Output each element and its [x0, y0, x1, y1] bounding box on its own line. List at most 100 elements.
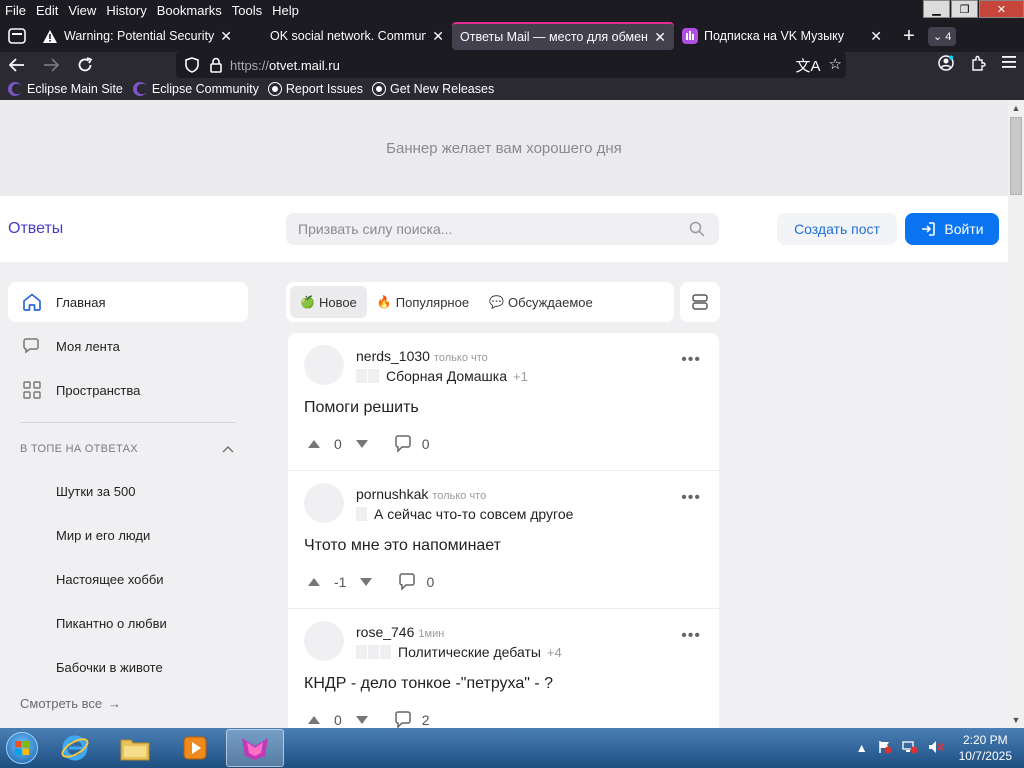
avatar[interactable]	[304, 483, 344, 523]
sidebar-topic[interactable]: Бабочки в животе	[8, 645, 248, 689]
menu-file[interactable]: File	[0, 3, 31, 18]
reload-button[interactable]	[68, 52, 102, 78]
downvote-icon[interactable]	[352, 439, 372, 449]
hamburger-menu-icon[interactable]	[1002, 55, 1016, 75]
tab-popular[interactable]: 🔥 Популярное	[367, 286, 479, 318]
scrollbar-thumb[interactable]	[1010, 117, 1022, 195]
taskbar-explorer[interactable]	[106, 729, 164, 767]
comments-button[interactable]: 0	[394, 435, 430, 453]
page-scrollbar[interactable]: ▲ ▼	[1008, 100, 1024, 728]
sidebar-item-feed[interactable]: Моя лента	[8, 326, 248, 366]
firefox-view-button[interactable]	[0, 20, 34, 52]
topic-line[interactable]: А сейчас что-то совсем другое	[356, 506, 573, 522]
topic-chip	[356, 645, 367, 659]
downvote-icon[interactable]	[356, 577, 376, 587]
top-topics-header[interactable]: В ТОПЕ НА ОТВЕТАХ	[8, 439, 248, 459]
view-mode-button[interactable]	[680, 282, 720, 322]
upvote-icon[interactable]	[304, 715, 324, 725]
start-button[interactable]	[0, 728, 44, 768]
question-title[interactable]: КНДР - дело тонкое -"петруха" - ?	[304, 675, 553, 693]
topic-line[interactable]: Политические дебаты +4	[356, 644, 562, 660]
lock-icon[interactable]	[206, 57, 226, 73]
bookmark-star-icon[interactable]: ☆	[829, 55, 842, 76]
close-tab-icon[interactable]: ✕	[220, 28, 232, 45]
tab-new[interactable]: 🍏 Новое	[290, 286, 367, 318]
close-window-button[interactable]: ✕	[979, 0, 1024, 18]
bookmark-eclipse-community[interactable]: Eclipse Community	[132, 82, 259, 96]
menu-history[interactable]: History	[101, 3, 151, 18]
search-box[interactable]	[286, 213, 719, 245]
question-card[interactable]: nerds_1030 только что Сборная Домашка +1 …	[288, 333, 719, 471]
sidebar-topic[interactable]: Мир и его люди	[8, 513, 248, 557]
question-title[interactable]: Чтото мне это напоминает	[304, 537, 501, 555]
chevron-up-icon[interactable]	[222, 445, 234, 453]
close-tab-icon[interactable]: ✕	[432, 28, 444, 45]
scroll-up-arrow-icon[interactable]: ▲	[1008, 100, 1024, 116]
network-icon[interactable]	[901, 740, 918, 757]
action-center-icon[interactable]	[878, 740, 892, 757]
author-name[interactable]: nerds_1030	[356, 348, 430, 364]
maximize-button[interactable]: ❐	[951, 0, 978, 18]
close-tab-icon[interactable]: ✕	[654, 29, 666, 46]
site-logo[interactable]: Ответы	[8, 220, 63, 238]
sidebar-topic[interactable]: Пикантно о любви	[8, 601, 248, 645]
tracking-protection-icon[interactable]	[182, 57, 202, 73]
sidebar-topic[interactable]: Настоящее хобби	[8, 557, 248, 601]
sidebar-item-spaces[interactable]: Пространства	[8, 370, 248, 410]
tab-discussed[interactable]: 💬 Обсуждаемое	[479, 286, 603, 318]
menu-help[interactable]: Help	[267, 3, 304, 18]
see-all-link[interactable]: Смотреть все →	[8, 693, 248, 713]
question-card[interactable]: rose_746 1мин Политические дебаты +4 ••• …	[288, 609, 719, 728]
window-controls: ▁ ❐ ✕	[922, 0, 1024, 18]
more-options-icon[interactable]: •••	[681, 351, 701, 369]
system-clock[interactable]: 2:20 PM 10/7/2025	[959, 732, 1012, 764]
comments-button[interactable]: 0	[398, 573, 434, 591]
search-icon[interactable]	[689, 221, 705, 237]
upvote-icon[interactable]	[304, 577, 324, 587]
bookmark-get-new-releases[interactable]: Get New Releases	[372, 82, 494, 96]
tab-list-button[interactable]: ⌄ 4	[928, 26, 957, 46]
more-options-icon[interactable]: •••	[681, 489, 701, 507]
show-hidden-icons[interactable]: ▲	[856, 741, 868, 755]
address-bar[interactable]: https://otvet.mail.ru 文A ☆	[176, 52, 846, 78]
sidebar-topic[interactable]: Шутки за 500	[8, 469, 248, 513]
taskbar-media-player[interactable]	[166, 729, 224, 767]
account-icon[interactable]	[938, 55, 954, 75]
more-options-icon[interactable]: •••	[681, 627, 701, 645]
upvote-icon[interactable]	[304, 439, 324, 449]
bookmark-report-issues[interactable]: Report Issues	[268, 82, 363, 96]
close-tab-icon[interactable]: ✕	[870, 28, 882, 45]
tab-security-warning[interactable]: Warning: Potential Security Risk ✕	[34, 22, 240, 50]
sidebar-item-home[interactable]: Главная	[8, 282, 248, 322]
minimize-button[interactable]: ▁	[923, 0, 950, 18]
taskbar-ie[interactable]	[46, 729, 104, 767]
search-input[interactable]	[298, 221, 678, 237]
topic-line[interactable]: Сборная Домашка +1	[356, 368, 528, 384]
forward-button[interactable]	[34, 52, 68, 78]
create-post-button[interactable]: Создать пост	[777, 213, 897, 245]
menu-tools[interactable]: Tools	[227, 3, 267, 18]
menu-edit[interactable]: Edit	[31, 3, 63, 18]
tab-ok-social[interactable]: OK social network. Communicate ✕	[240, 22, 452, 50]
tab-vk-music[interactable]: Подписка на VK Музыку ✕	[674, 22, 890, 50]
menu-bookmarks[interactable]: Bookmarks	[152, 3, 227, 18]
new-tab-button[interactable]: +	[896, 23, 922, 49]
downvote-icon[interactable]	[352, 715, 372, 725]
bookmark-eclipse-main[interactable]: Eclipse Main Site	[8, 82, 123, 96]
avatar[interactable]	[304, 345, 344, 385]
back-button[interactable]	[0, 52, 34, 78]
avatar[interactable]	[304, 621, 344, 661]
tab-otvet-mail[interactable]: Ответы Mail — место для обмена ✕	[452, 22, 674, 50]
menu-view[interactable]: View	[63, 3, 101, 18]
extensions-icon[interactable]	[970, 55, 986, 75]
question-card[interactable]: pornushkak только что А сейчас что-то сов…	[288, 471, 719, 609]
question-title[interactable]: Помоги решить	[304, 399, 419, 417]
taskbar-firefox[interactable]	[226, 729, 284, 767]
scroll-down-arrow-icon[interactable]: ▼	[1008, 712, 1024, 728]
author-name[interactable]: pornushkak	[356, 486, 428, 502]
comments-button[interactable]: 2	[394, 711, 430, 728]
login-button[interactable]: Войти	[905, 213, 999, 245]
translate-icon[interactable]: 文A	[796, 55, 821, 76]
volume-muted-icon[interactable]	[928, 740, 944, 757]
author-name[interactable]: rose_746	[356, 624, 414, 640]
